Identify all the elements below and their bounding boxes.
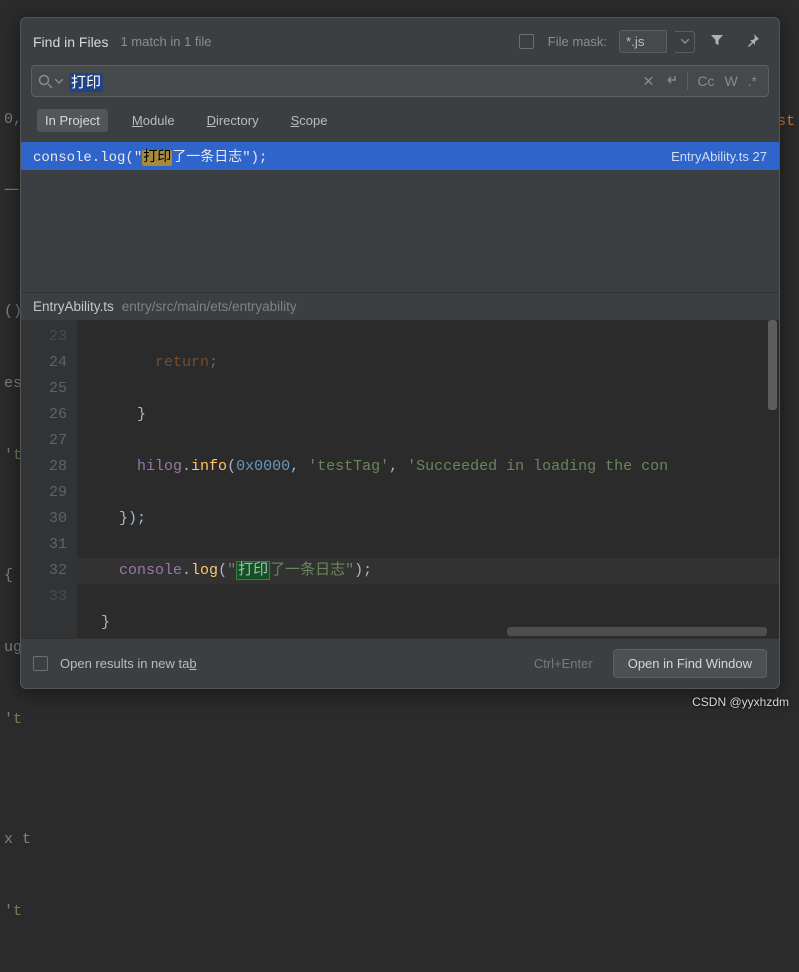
find-in-files-dialog: Find in Files 1 match in 1 file File mas… bbox=[20, 17, 780, 689]
dialog-footer: Open results in new tab Ctrl+Enter Open … bbox=[21, 638, 779, 688]
file-mask-label: File mask: bbox=[548, 34, 607, 49]
chevron-down-icon bbox=[681, 39, 689, 44]
horizontal-scrollbar[interactable] bbox=[507, 627, 767, 636]
filter-icon[interactable] bbox=[703, 28, 731, 55]
tab-in-project[interactable]: In Project bbox=[37, 109, 108, 132]
vertical-scrollbar[interactable] bbox=[768, 320, 777, 410]
file-mask-checkbox[interactable] bbox=[519, 34, 534, 49]
editor-gutter: 23 24 25 26 27 28 29 30 31 32 33 bbox=[21, 320, 77, 638]
tab-directory[interactable]: Directory bbox=[199, 109, 267, 132]
shortcut-hint: Ctrl+Enter bbox=[534, 656, 593, 671]
tab-module[interactable]: Module bbox=[124, 109, 183, 132]
preview-file-name: EntryAbility.ts bbox=[33, 299, 114, 314]
search-icon bbox=[38, 74, 53, 89]
dialog-header: Find in Files 1 match in 1 file File mas… bbox=[21, 18, 779, 65]
results-list: console.log("打印了一条日志"); EntryAbility.ts … bbox=[21, 142, 779, 292]
result-row[interactable]: console.log("打印了一条日志"); EntryAbility.ts … bbox=[21, 142, 779, 170]
newline-icon[interactable] bbox=[659, 73, 683, 89]
search-bar: 打印 ✕ Cc W .* bbox=[31, 65, 769, 97]
words-button[interactable]: W bbox=[719, 73, 742, 89]
pin-icon[interactable] bbox=[739, 28, 767, 55]
open-in-find-window-button[interactable]: Open in Find Window bbox=[613, 649, 767, 678]
search-input[interactable]: 打印 bbox=[63, 67, 638, 96]
open-new-tab-checkbox[interactable] bbox=[33, 656, 48, 671]
result-text: console.log("打印了一条日志"); bbox=[33, 146, 267, 166]
preview-file-path: entry/src/main/ets/entryability bbox=[122, 299, 297, 314]
regex-button[interactable]: .* bbox=[743, 73, 762, 89]
match-case-button[interactable]: Cc bbox=[692, 73, 719, 89]
tab-scope[interactable]: Scope bbox=[283, 109, 336, 132]
watermark: CSDN @yyxhzdm bbox=[692, 695, 789, 709]
editor-code: return; } hilog.info(0x0000, 'testTag', … bbox=[77, 320, 779, 638]
dialog-title: Find in Files bbox=[33, 34, 108, 50]
search-history-icon[interactable] bbox=[55, 79, 63, 84]
preview-editor[interactable]: 23 24 25 26 27 28 29 30 31 32 33 return;… bbox=[21, 320, 779, 638]
open-new-tab-label[interactable]: Open results in new tab bbox=[60, 656, 197, 671]
scope-tabs: In Project Module Directory Scope bbox=[21, 103, 779, 142]
match-count: 1 match in 1 file bbox=[120, 34, 211, 49]
clear-icon[interactable]: ✕ bbox=[638, 73, 660, 90]
file-mask-dropdown[interactable] bbox=[675, 31, 695, 53]
preview-path-bar: EntryAbility.ts entry/src/main/ets/entry… bbox=[21, 292, 779, 320]
result-location: EntryAbility.ts 27 bbox=[671, 149, 767, 164]
file-mask-input[interactable] bbox=[619, 30, 667, 53]
